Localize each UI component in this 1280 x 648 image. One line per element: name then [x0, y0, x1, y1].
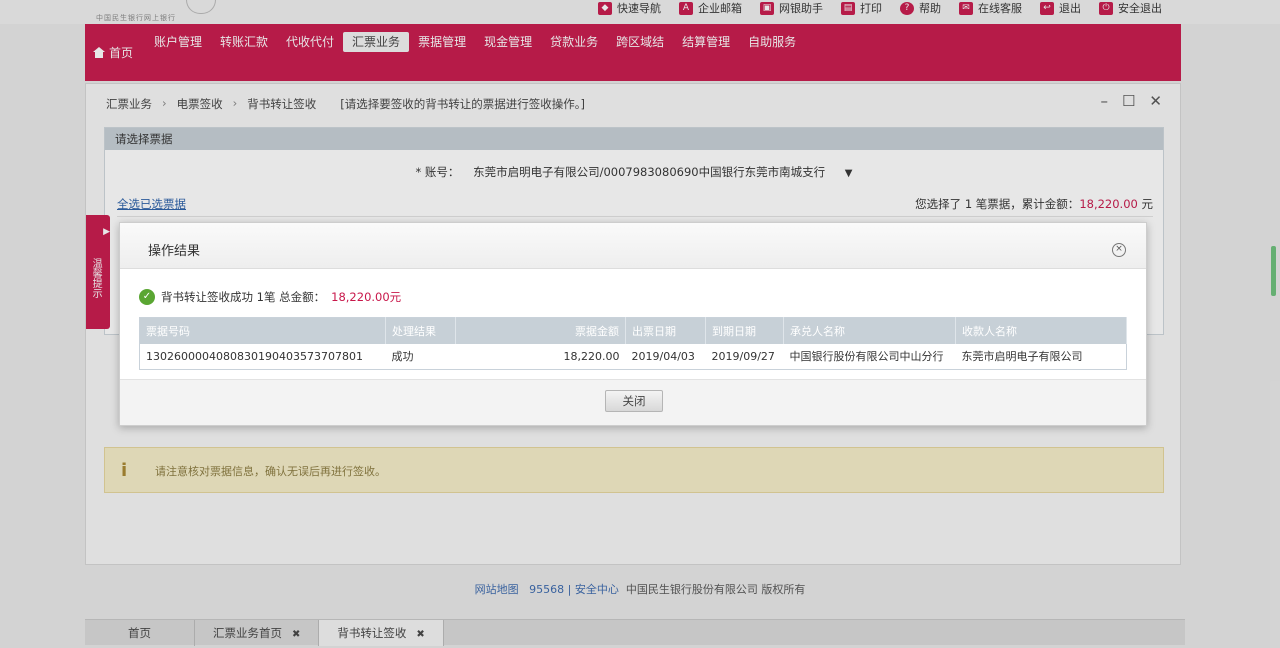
- due-date-cell: 2019/09/27: [705, 343, 784, 370]
- column-header: 票据金额: [455, 317, 626, 344]
- check-circle-icon: ✓: [139, 289, 155, 305]
- result-message: ✓ 背书转让签收成功 1笔 总金额： 18,220.00元: [139, 289, 401, 305]
- dialog-close-icon[interactable]: ×: [1112, 243, 1126, 257]
- acceptor-cell: 中国银行股份有限公司中山分行: [783, 343, 956, 370]
- column-header: 出票日期: [625, 317, 706, 344]
- issue-date-cell: 2019/04/03: [625, 343, 706, 370]
- dialog-title: 操作结果: [148, 244, 201, 259]
- table-row: 130260000408083019040357370780​1 成功 18,2…: [139, 343, 1127, 370]
- result-amount: 18,220.00元: [331, 290, 402, 304]
- close-button[interactable]: 关闭: [605, 390, 663, 412]
- payee-cell: 东莞市启明电子有限公司: [955, 343, 1127, 370]
- result-dialog: 操作结果 × ✓ 背书转让签收成功 1笔 总金额： 18,220.00元 票据号码…: [119, 222, 1147, 426]
- dialog-footer: 关闭: [120, 379, 1146, 425]
- column-header: 到期日期: [705, 317, 784, 344]
- bill-number-cell: 130260000408083019040357370780​1: [139, 343, 386, 370]
- column-header: 收款人名称: [955, 317, 1127, 344]
- column-header: 承兑人名称: [783, 317, 956, 344]
- result-table: 票据号码 处理结果 票据金额 出票日期 到期日期 承兑人名称 收款人名称 130…: [139, 317, 1127, 370]
- dialog-header: 操作结果 ×: [120, 223, 1146, 269]
- column-header: 处理结果: [385, 317, 456, 344]
- column-header: 票据号码: [139, 317, 386, 344]
- status-cell: 成功: [385, 343, 456, 370]
- amount-cell: 18,220.00: [455, 343, 626, 370]
- table-header-row: 票据号码 处理结果 票据金额 出票日期 到期日期 承兑人名称 收款人名称: [139, 317, 1127, 344]
